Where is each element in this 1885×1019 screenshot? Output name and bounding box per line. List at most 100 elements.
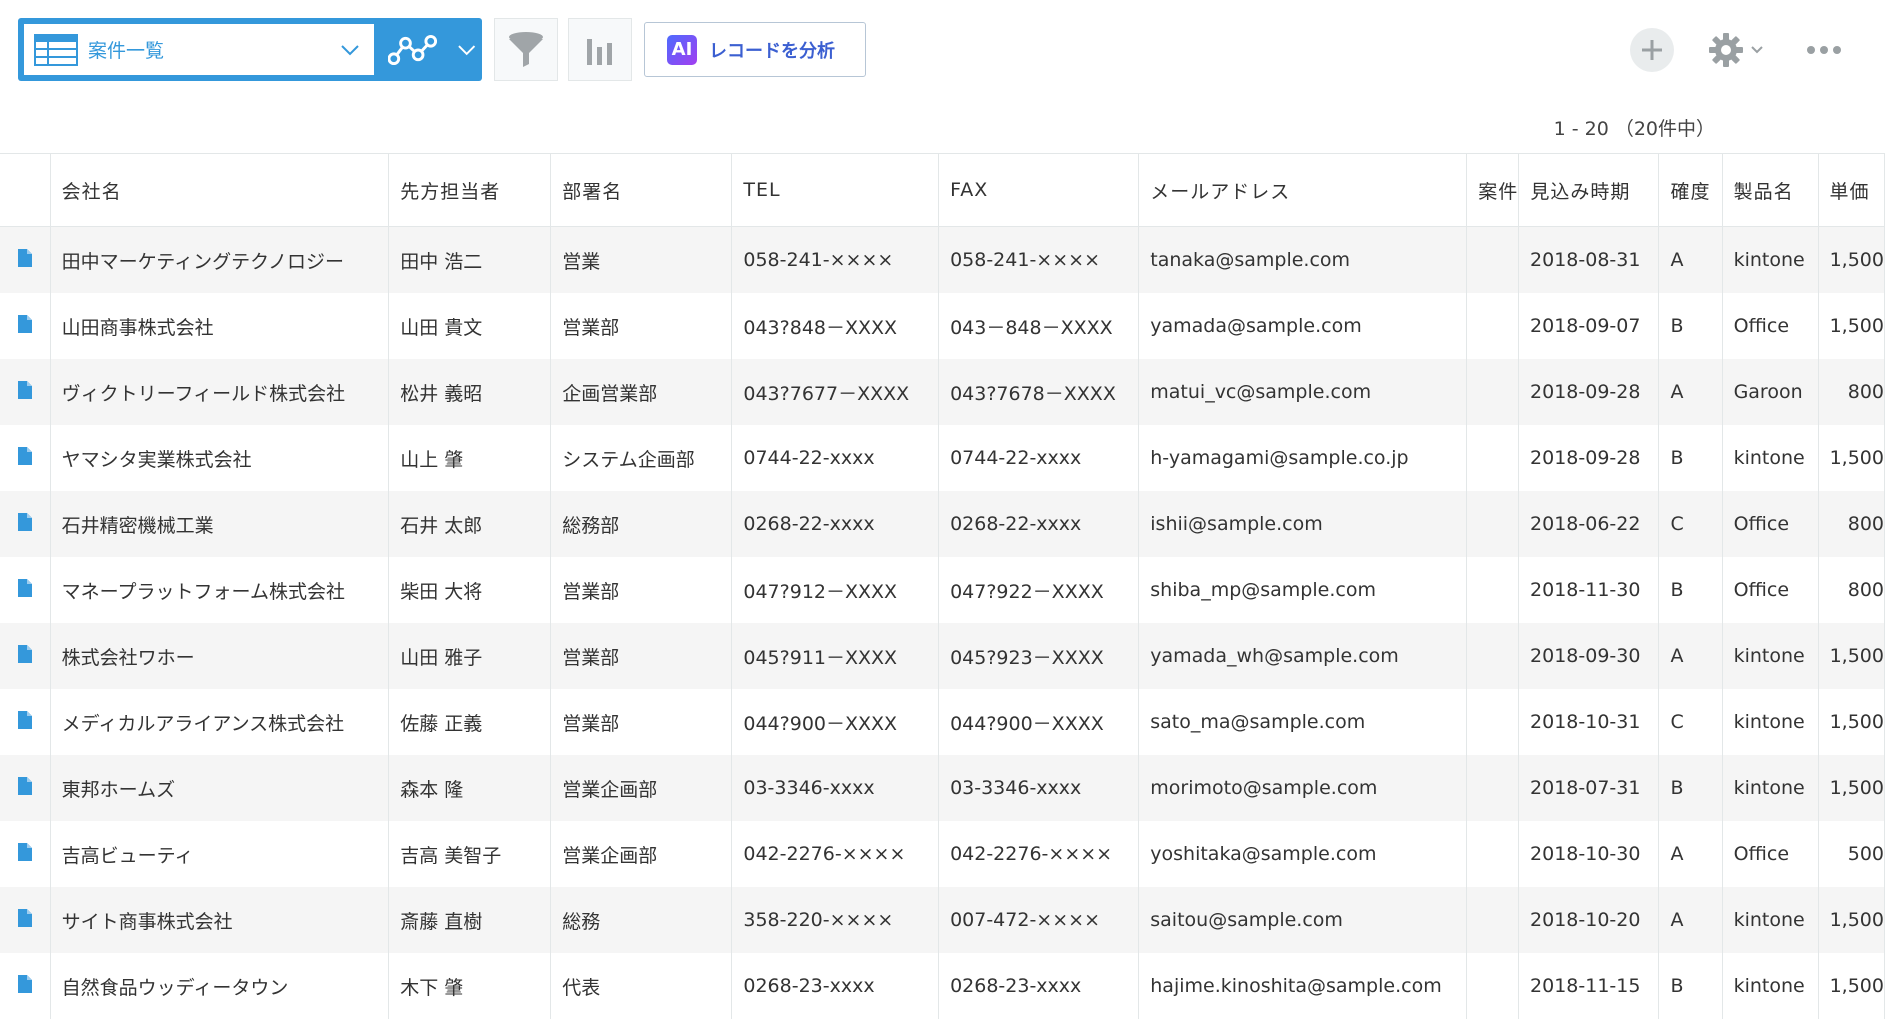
cell-product: kintone bbox=[1722, 425, 1819, 491]
cell-case bbox=[1466, 491, 1520, 557]
header-department[interactable]: 部署名 bbox=[550, 153, 733, 227]
cell-tel: 058-241-×××× bbox=[731, 226, 940, 293]
record-detail-link[interactable] bbox=[0, 821, 51, 887]
cell-expected-date: 2018-10-31 bbox=[1518, 689, 1660, 755]
pagination-info: 1 - 20 （20件中） bbox=[1553, 118, 1715, 140]
table-row: ヤマシタ実業株式会社 山上 肇システム企画部 0744-22-xxxx 0744-22… bbox=[0, 425, 1885, 491]
record-detail-link[interactable] bbox=[0, 425, 51, 491]
cell-product: Office bbox=[1722, 491, 1819, 557]
cell-case bbox=[1466, 359, 1520, 425]
cell-contact: 山田 雅子 bbox=[388, 623, 552, 689]
cell-probability: A bbox=[1658, 821, 1723, 887]
cell-expected-date: 2018-11-30 bbox=[1518, 557, 1660, 623]
cell-email: saitou@sample.com bbox=[1138, 887, 1468, 953]
graph-menu-button[interactable] bbox=[384, 26, 476, 73]
table-row: ヴィクトリーフィールド株式会社 松井 義昭 企画営業部 043?7677－XXXX 04… bbox=[0, 359, 1885, 425]
cell-tel: 358-220-×××× bbox=[731, 887, 940, 953]
cell-expected-date: 2018-06-22 bbox=[1518, 491, 1660, 557]
header-product[interactable]: 製品名 bbox=[1722, 153, 1819, 227]
cell-product: kintone bbox=[1722, 887, 1819, 953]
cell-company: 株式会社ワホー bbox=[50, 623, 390, 689]
record-detail-link[interactable] bbox=[0, 689, 51, 755]
cell-department: 代表 bbox=[550, 953, 733, 1019]
filter-button[interactable] bbox=[494, 18, 558, 81]
record-detail-link[interactable] bbox=[0, 359, 51, 425]
cell-fax: 0268-23-xxxx bbox=[938, 953, 1140, 1019]
chart-button[interactable] bbox=[568, 18, 632, 81]
table-row: 東邦ホームズ 森本 隆営業企画部 03-3346-xxxx 03-3346-xxxx m… bbox=[0, 755, 1885, 821]
cell-expected-date: 2018-10-20 bbox=[1518, 887, 1660, 953]
header-email[interactable]: メールアドレス bbox=[1138, 153, 1468, 227]
cell-probability: A bbox=[1658, 623, 1723, 689]
cell-expected-date: 2018-10-30 bbox=[1518, 821, 1660, 887]
cell-case bbox=[1466, 887, 1520, 953]
cell-fax: 044?900－XXXX bbox=[938, 689, 1140, 755]
cell-company: 田中マーケティングテクノロジー bbox=[50, 226, 390, 293]
header-fax[interactable]: FAX bbox=[938, 153, 1140, 227]
cell-case bbox=[1466, 425, 1520, 491]
cell-unit-price: 800 bbox=[1818, 491, 1885, 557]
cell-expected-date: 2018-09-28 bbox=[1518, 425, 1660, 491]
header-company[interactable]: 会社名 bbox=[50, 153, 390, 227]
bar-chart-icon bbox=[587, 38, 612, 65]
header-unit-price[interactable]: 単価 bbox=[1818, 153, 1885, 227]
table-row: 自然食品ウッディータウン 木下 肇代表 0268-23-xxxx 0268-23-xx… bbox=[0, 953, 1885, 1019]
table-header-row: 会社名 先方担当者 部署名 TEL FAX メールアドレス 案件 見込み時期 確… bbox=[0, 153, 1885, 227]
cell-company: ヤマシタ実業株式会社 bbox=[50, 425, 390, 491]
cell-product: Office bbox=[1722, 821, 1819, 887]
cell-unit-price: 800 bbox=[1818, 557, 1885, 623]
cell-contact: 田中 浩二 bbox=[388, 226, 552, 293]
document-icon bbox=[17, 644, 32, 663]
cell-product: kintone bbox=[1722, 755, 1819, 821]
chevron-down-icon bbox=[341, 44, 359, 55]
record-detail-link[interactable] bbox=[0, 887, 51, 953]
cell-contact: 木下 肇 bbox=[388, 953, 552, 1019]
document-icon bbox=[17, 908, 32, 927]
cell-department: 営業部 bbox=[550, 623, 733, 689]
record-detail-link[interactable] bbox=[0, 226, 51, 293]
cell-contact: 山上 肇 bbox=[388, 425, 552, 491]
record-detail-link[interactable] bbox=[0, 557, 51, 623]
cell-company: 自然食品ウッディータウン bbox=[50, 953, 390, 1019]
header-expected-date[interactable]: 見込み時期 bbox=[1518, 153, 1660, 227]
cell-email: matui_vc@sample.com bbox=[1138, 359, 1468, 425]
header-case[interactable]: 案件 bbox=[1466, 153, 1520, 227]
record-detail-link[interactable] bbox=[0, 755, 51, 821]
document-icon bbox=[17, 512, 32, 531]
record-detail-link[interactable] bbox=[0, 953, 51, 1019]
cell-fax: 007-472-×××× bbox=[938, 887, 1140, 953]
record-list-table: 会社名 先方担当者 部署名 TEL FAX メールアドレス 案件 見込み時期 確… bbox=[0, 153, 1885, 1019]
document-icon bbox=[17, 776, 32, 795]
cell-tel: 043?848－XXXX bbox=[731, 293, 940, 359]
cell-contact: 佐藤 正義 bbox=[388, 689, 552, 755]
document-icon bbox=[17, 446, 32, 465]
record-detail-link[interactable] bbox=[0, 491, 51, 557]
graph-icon bbox=[388, 34, 437, 65]
cell-contact: 松井 義昭 bbox=[388, 359, 552, 425]
header-contact[interactable]: 先方担当者 bbox=[388, 153, 552, 227]
more-icon bbox=[1807, 46, 1841, 54]
cell-unit-price: 1,500 bbox=[1818, 293, 1885, 359]
add-record-button[interactable] bbox=[1630, 28, 1674, 72]
cell-case bbox=[1466, 226, 1520, 293]
cell-contact: 森本 隆 bbox=[388, 755, 552, 821]
cell-case bbox=[1466, 623, 1520, 689]
chevron-down-icon bbox=[457, 44, 475, 55]
cell-tel: 047?912－XXXX bbox=[731, 557, 940, 623]
settings-button[interactable] bbox=[1708, 30, 1770, 70]
more-options-button[interactable] bbox=[1806, 36, 1842, 64]
view-dropdown[interactable]: 案件一覧 bbox=[24, 24, 374, 75]
record-detail-link[interactable] bbox=[0, 293, 51, 359]
cell-probability: C bbox=[1658, 491, 1723, 557]
cell-email: h-yamagami@sample.co.jp bbox=[1138, 425, 1468, 491]
cell-department: システム企画部 bbox=[550, 425, 733, 491]
cell-probability: B bbox=[1658, 755, 1723, 821]
table-row: 山田商事株式会社 山田 貴文 営業部 043?848－XXXX 043－848－XXXX… bbox=[0, 293, 1885, 359]
cell-product: Office bbox=[1722, 557, 1819, 623]
ai-analyze-button[interactable]: AI レコードを分析 bbox=[644, 22, 866, 77]
table-row: 吉高ビューティ 吉高 美智子 営業企画部 042-2276-×××× 042-2276-… bbox=[0, 821, 1885, 887]
header-tel[interactable]: TEL bbox=[731, 153, 940, 227]
cell-contact: 石井 太郎 bbox=[388, 491, 552, 557]
header-probability[interactable]: 確度 bbox=[1658, 153, 1723, 227]
record-detail-link[interactable] bbox=[0, 623, 51, 689]
